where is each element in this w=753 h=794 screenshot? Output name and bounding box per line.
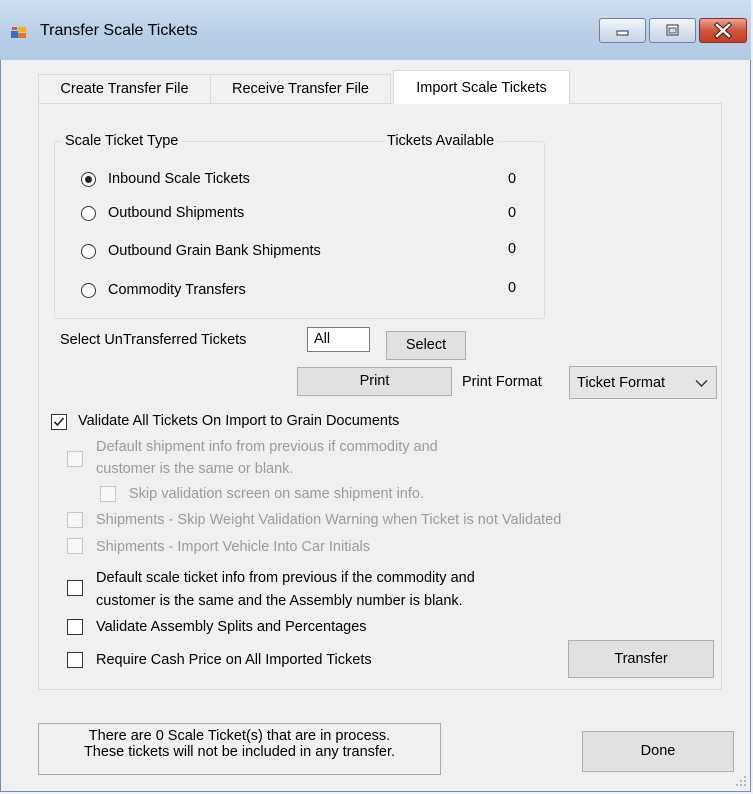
status-line-1: There are 0 Scale Ticket(s) that are in … [88,728,391,744]
require-cash-price-label[interactable]: Require Cash Price on All Imported Ticke… [96,652,372,668]
done-button[interactable]: Done [582,731,734,772]
radio-label-inbound[interactable]: Inbound Scale Tickets [108,171,250,187]
group-legend-scale-ticket-type: Scale Ticket Type [62,133,182,149]
close-button[interactable] [699,18,747,43]
radio-label-grain-bank[interactable]: Outbound Grain Bank Shipments [108,243,321,259]
radio-label-outbound[interactable]: Outbound Shipments [108,205,244,221]
tab-receive-transfer-file[interactable]: Receive Transfer File [210,74,391,103]
import-vehicle-label: Shipments - Import Vehicle Into Car Init… [96,539,371,555]
default-shipment-checkbox[interactable] [67,451,83,467]
app-grid-icon [11,25,27,41]
minimize-button[interactable] [599,18,646,43]
available-count-commodity-transfers: 0 [507,280,517,296]
validate-all-checkbox[interactable] [51,414,67,430]
default-scale-ticket-label-line2[interactable]: customer is the same and the Assembly nu… [96,593,463,609]
available-count-grain-bank: 0 [507,241,517,257]
window-title: Transfer Scale Tickets [40,22,198,39]
radio-outbound-shipments[interactable] [81,206,96,221]
radio-outbound-grain-bank-shipments[interactable] [81,244,96,259]
default-shipment-label-line1: Default shipment info from previous if c… [96,439,438,455]
require-cash-price-checkbox[interactable] [67,652,83,668]
minimize-icon [616,30,629,36]
maximize-icon [666,24,679,36]
validate-all-label[interactable]: Validate All Tickets On Import to Grain … [78,413,399,429]
in-process-status-box: There are 0 Scale Ticket(s) that are in … [38,723,441,775]
available-count-outbound: 0 [507,205,517,221]
resize-grip-icon[interactable] [735,775,747,787]
untransferred-selection-field[interactable]: All [307,327,370,352]
default-shipment-label-line2: customer is the same or blank. [96,461,294,477]
skip-weight-label: Shipments - Skip Weight Validation Warni… [96,512,562,528]
skip-validation-checkbox[interactable] [100,486,116,502]
import-vehicle-checkbox[interactable] [67,538,83,554]
select-untransferred-label: Select UnTransferred Tickets [60,332,247,348]
skip-validation-label: Skip validation screen on same shipment … [129,486,424,502]
default-scale-ticket-label-line1[interactable]: Default scale ticket info from previous … [96,570,475,586]
tickets-available-header: Tickets Available [384,133,498,149]
chevron-down-icon [695,380,708,387]
transfer-button[interactable]: Transfer [568,640,714,678]
available-count-inbound: 0 [507,171,517,187]
print-button[interactable]: Print [297,367,452,396]
radio-inbound-scale-tickets[interactable] [81,172,96,187]
tab-import-scale-tickets[interactable]: Import Scale Tickets [393,70,570,104]
validate-assembly-checkbox[interactable] [67,619,83,635]
maximize-button[interactable] [649,18,696,43]
checkmark-icon [53,417,65,427]
validate-assembly-label[interactable]: Validate Assembly Splits and Percentages [96,619,367,635]
status-line-2: These tickets will not be included in an… [83,744,396,760]
default-scale-ticket-checkbox[interactable] [67,580,83,596]
print-format-value: Ticket Format [577,375,666,391]
tab-create-transfer-file[interactable]: Create Transfer File [38,74,211,103]
skip-weight-checkbox[interactable] [67,512,83,528]
select-button[interactable]: Select [386,331,466,360]
print-format-label: Print Format [462,374,542,390]
close-icon [713,21,733,40]
radio-label-commodity-transfers[interactable]: Commodity Transfers [108,282,246,298]
print-format-dropdown[interactable]: Ticket Format [569,366,717,399]
radio-commodity-transfers[interactable] [81,283,96,298]
